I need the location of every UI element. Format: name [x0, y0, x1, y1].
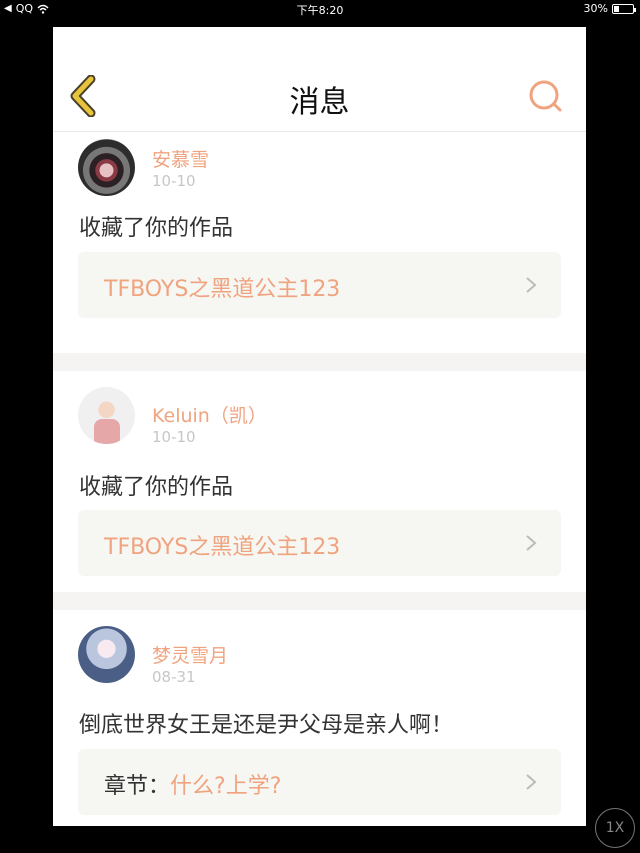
- message-item: 梦灵雪月 08-31 倒底世界女王是还是尹父母是亲人啊！ 章节：什么?上学?: [53, 610, 586, 826]
- message-action: 收藏了你的作品: [79, 216, 234, 241]
- message-item: Keluin（凯） 10-10 收藏了你的作品 TFBOYS之黑道公主123: [53, 371, 586, 592]
- status-time: 下午8:20: [296, 4, 344, 17]
- message-date: 10-10: [152, 428, 196, 446]
- work-link[interactable]: TFBOYS之黑道公主123: [78, 252, 561, 318]
- message-action: 收藏了你的作品: [79, 475, 234, 500]
- message-list: 安慕雪 10-10 收藏了你的作品 TFBOYS之黑道公主123 Keluin（…: [53, 132, 586, 826]
- status-right: 30%: [583, 2, 636, 15]
- message-item: 安慕雪 10-10 收藏了你的作品 TFBOYS之黑道公主123: [53, 132, 586, 353]
- search-icon[interactable]: [528, 79, 564, 113]
- zoom-toggle-button[interactable]: 1X: [595, 808, 635, 848]
- chapter-title: 章节：什么?上学?: [104, 768, 281, 800]
- battery-icon: [612, 3, 636, 14]
- battery-level: [614, 5, 619, 12]
- divider: [53, 353, 586, 371]
- avatar[interactable]: [78, 387, 135, 444]
- app-screen: 消息 安慕雪 10-10 收藏了你的作品 TFBOYS之黑道公主123 Kelu…: [53, 27, 586, 826]
- username[interactable]: Keluin（凯）: [152, 401, 267, 428]
- page-title: 消息: [289, 85, 350, 120]
- message-date: 10-10: [152, 172, 196, 190]
- avatar[interactable]: [78, 139, 135, 196]
- battery-percent: 30%: [583, 2, 608, 15]
- message-action: 倒底世界女王是还是尹父母是亲人啊！: [79, 713, 454, 738]
- username[interactable]: 安慕雪: [152, 145, 209, 172]
- work-link[interactable]: TFBOYS之黑道公主123: [78, 510, 561, 576]
- status-bar: ◀ QQ 下午8:20 30%: [0, 0, 640, 18]
- divider: [53, 592, 586, 610]
- navigation-bar: 消息: [53, 27, 586, 132]
- chapter-prefix: 章节：: [104, 774, 171, 799]
- chevron-right-icon: [526, 277, 537, 293]
- chevron-right-icon: [526, 774, 537, 790]
- work-title: TFBOYS之黑道公主123: [104, 535, 341, 560]
- chapter-link[interactable]: 章节：什么?上学?: [78, 749, 561, 815]
- message-date: 08-31: [152, 668, 196, 686]
- avatar[interactable]: [78, 626, 135, 683]
- work-title: TFBOYS之黑道公主123: [104, 277, 341, 302]
- username[interactable]: 梦灵雪月: [152, 641, 228, 668]
- chapter-name: 什么?上学?: [170, 774, 282, 799]
- chevron-right-icon: [526, 535, 537, 551]
